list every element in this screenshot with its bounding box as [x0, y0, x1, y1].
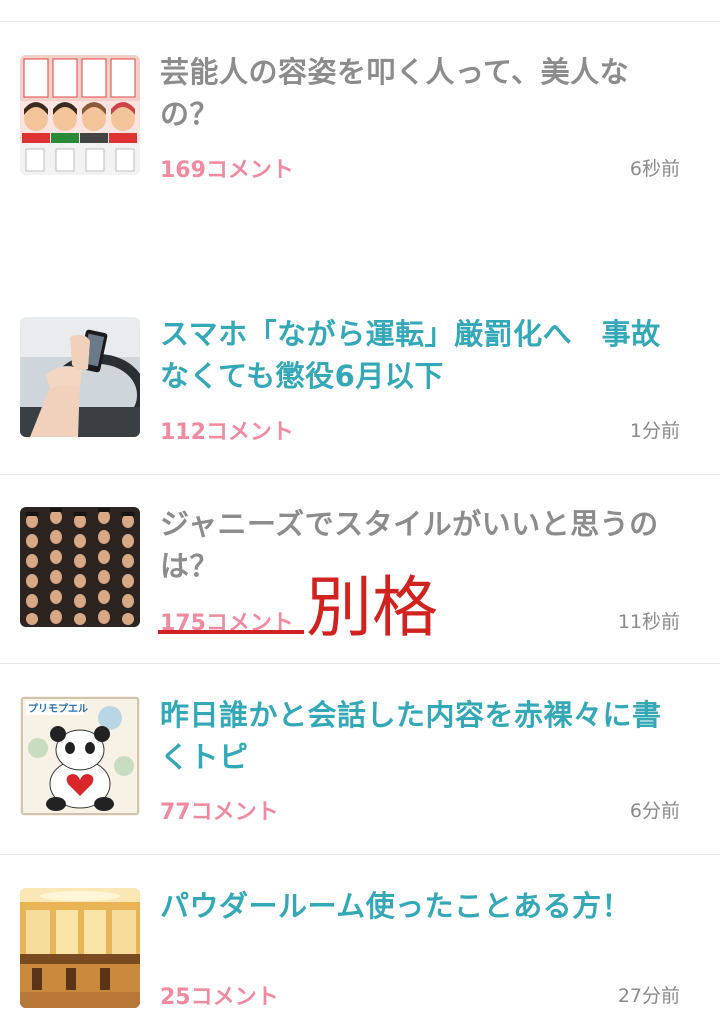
cartoon-faces-image [20, 55, 140, 175]
comment-count: 169コメント [160, 158, 294, 183]
topic-item[interactable]: パウダールーム使ったことある方！ 25コメント 27分前 [0, 855, 720, 1031]
topic-item[interactable]: プリモプエル 昨日誰かと会話した内容を赤裸々に書くトピ 77コメント 6分前 [0, 664, 720, 854]
comment-count: 112コメント [160, 420, 294, 445]
timestamp: 11秒前 [617, 611, 680, 633]
annotation-text: 別格 [306, 569, 438, 646]
comment-count: 25コメント [160, 985, 279, 1010]
topic-thumbnail [20, 507, 140, 627]
topic-item[interactable]: 芸能人の容姿を叩く人って、美人なの？ 169コメント 6秒前 [0, 22, 720, 282]
topic-item[interactable]: スマホ「ながら運転」厳罰化へ 事故なくても懲役6月以下 112コメント 1分前 [0, 282, 720, 474]
people-grid-image [20, 507, 140, 627]
topic-thumbnail [20, 888, 140, 1008]
topic-thumbnail [20, 317, 140, 437]
timestamp: 1分前 [629, 420, 680, 442]
topic-title[interactable]: 昨日誰かと会話した内容を赤裸々に書くトピ [160, 694, 680, 778]
timestamp: 6分前 [629, 800, 680, 822]
phone-driving-image [20, 317, 140, 437]
powder-room-image [20, 888, 140, 1008]
topic-title[interactable]: パウダールーム使ったことある方！ [160, 885, 680, 927]
annotation-underline [158, 630, 304, 634]
topic-title[interactable]: 芸能人の容姿を叩く人って、美人なの？ [160, 51, 680, 135]
topic-title[interactable]: スマホ「ながら運転」厳罰化へ 事故なくても懲役6月以下 [160, 313, 680, 397]
timestamp: 6秒前 [629, 158, 680, 180]
plush-toy-image: プリモプエル [20, 696, 140, 816]
brand-text: プリモプエル [28, 702, 88, 715]
topic-thumbnail: プリモプエル [20, 696, 140, 816]
topic-thumbnail [20, 55, 140, 175]
timestamp: 27分前 [617, 985, 680, 1007]
comment-count: 77コメント [160, 800, 279, 825]
